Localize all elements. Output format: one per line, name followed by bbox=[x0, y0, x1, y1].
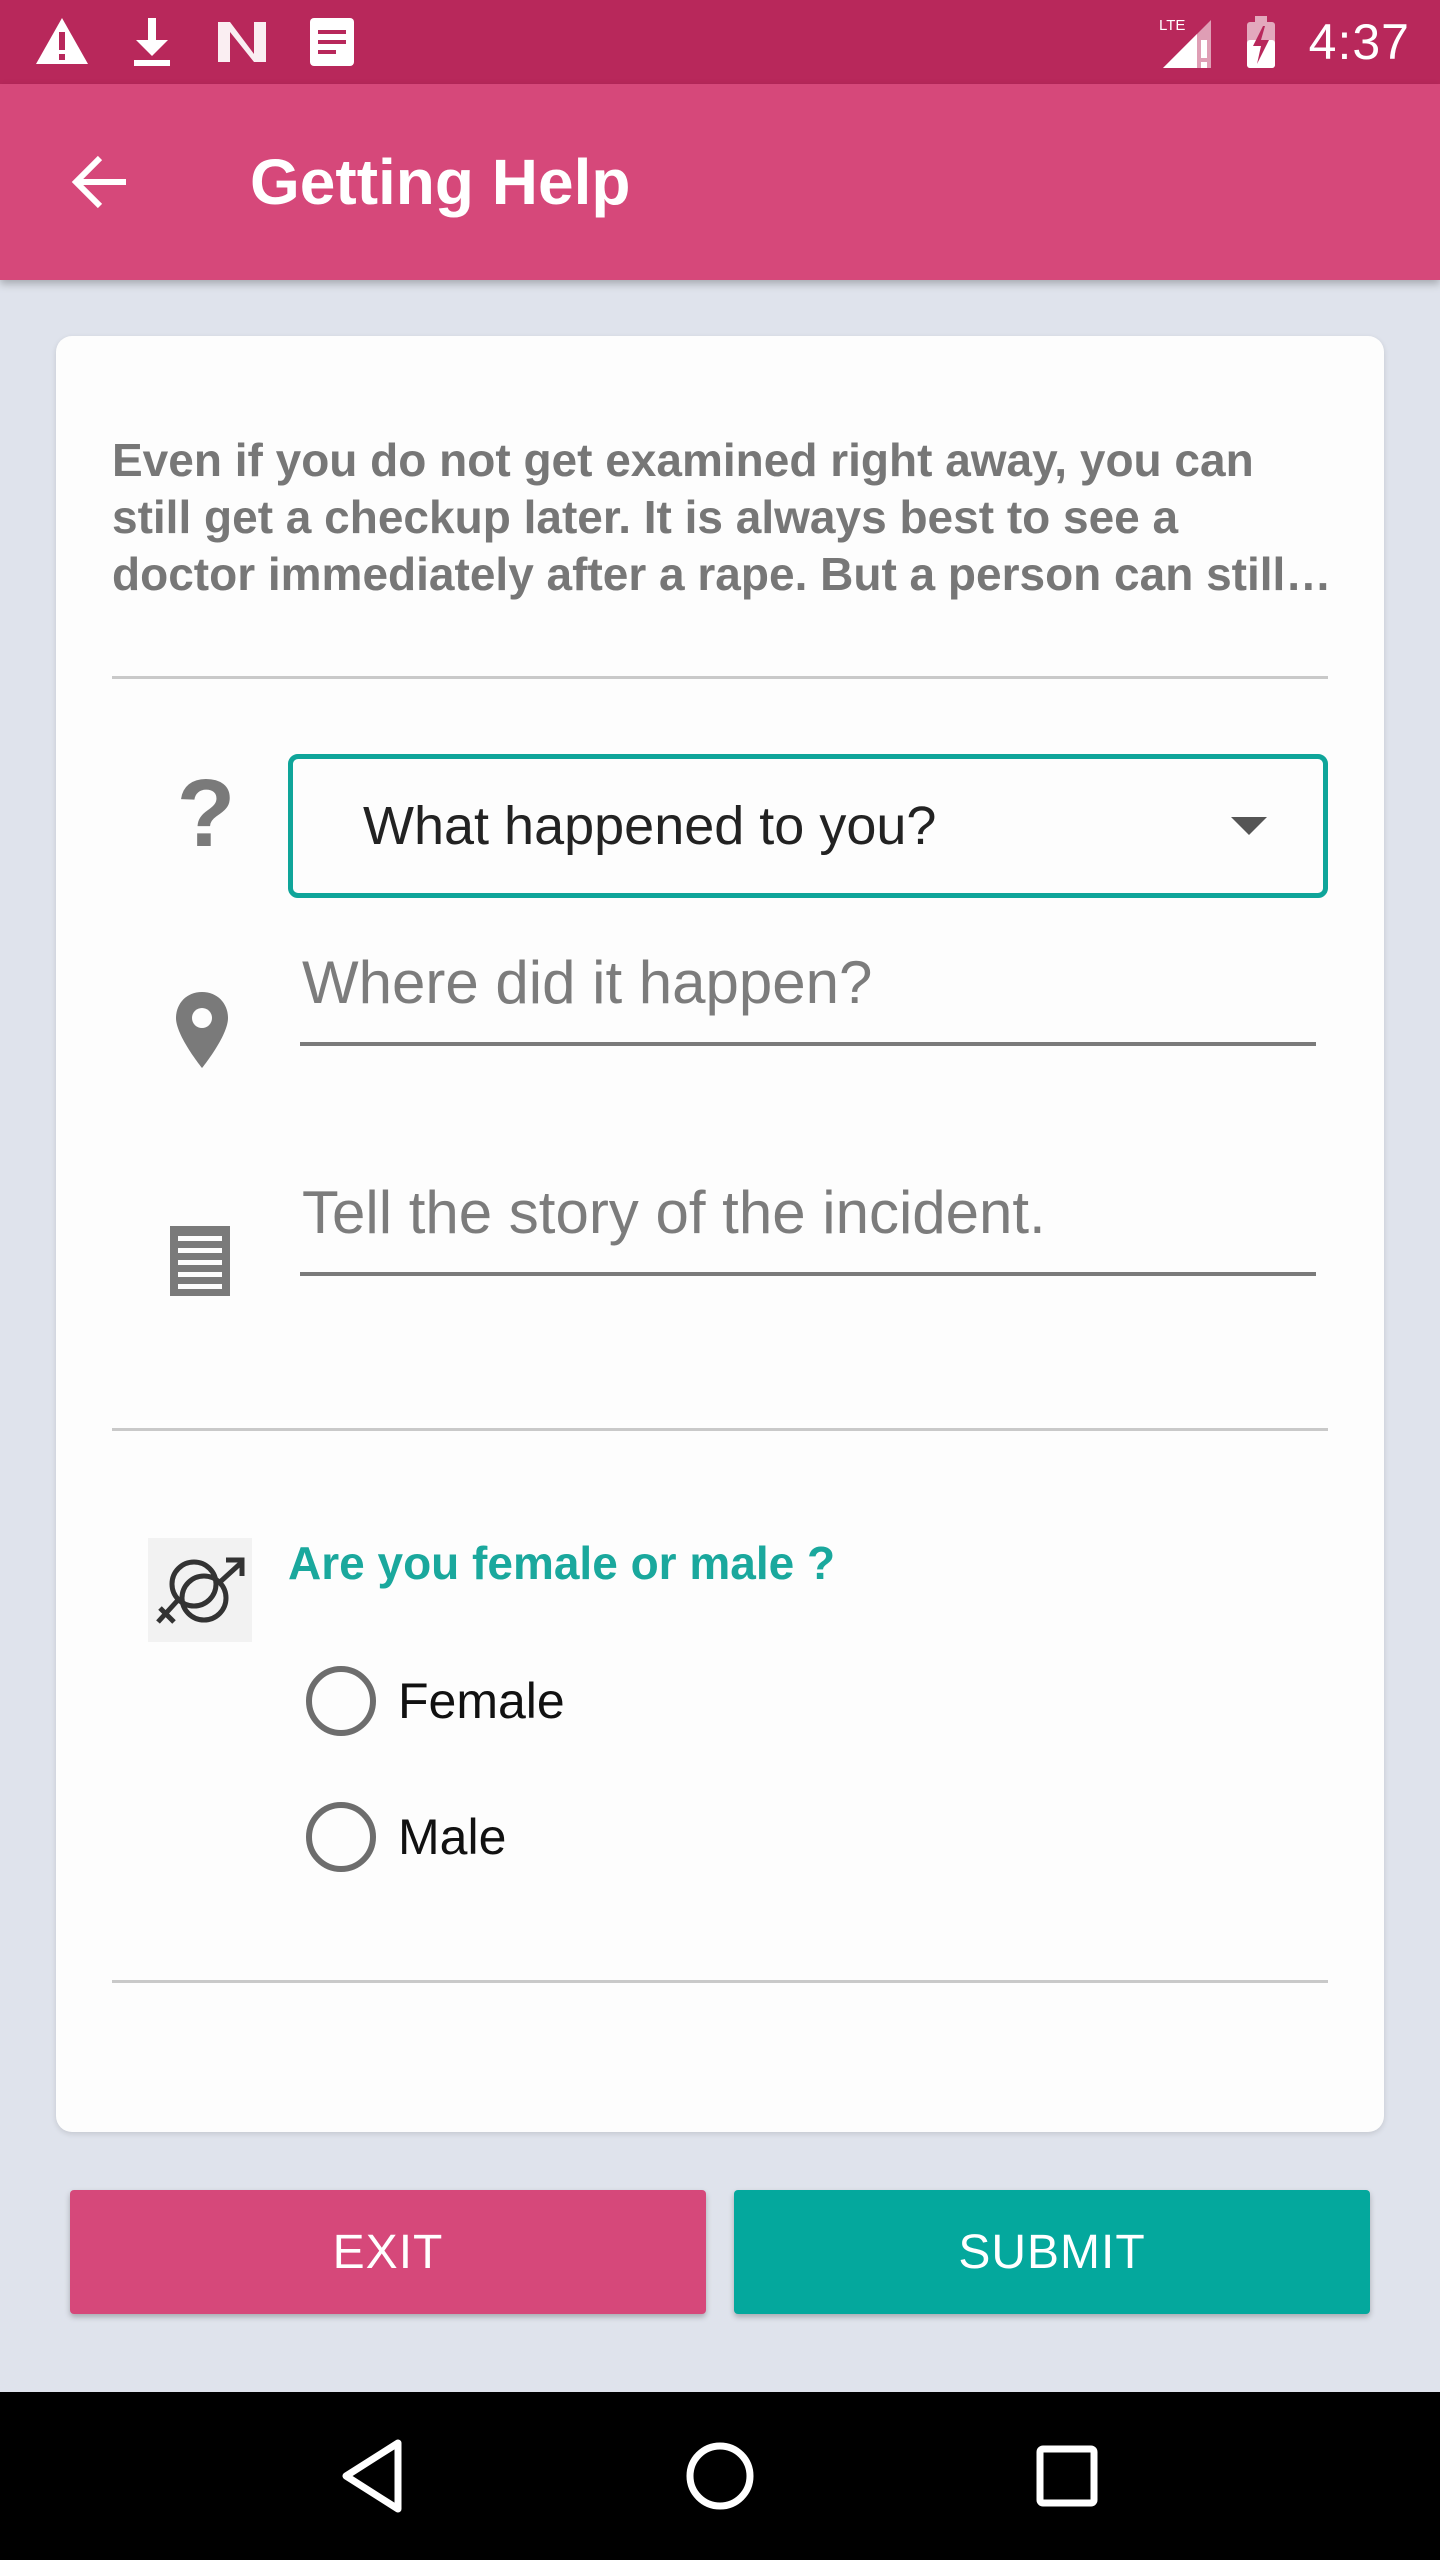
svg-text:LTE: LTE bbox=[1159, 17, 1185, 34]
intro-text: Even if you do not get examined right aw… bbox=[112, 434, 1286, 600]
radio-circle-female[interactable] bbox=[306, 1666, 376, 1736]
exit-button[interactable]: EXIT bbox=[70, 2190, 706, 2314]
story-input[interactable] bbox=[300, 1166, 1316, 1276]
radio-label-male: Male bbox=[398, 1809, 507, 1865]
radio-female[interactable]: Female bbox=[306, 1666, 565, 1736]
page-title: Getting Help bbox=[250, 146, 631, 218]
form-card: Even if you do not get examined right aw… bbox=[56, 336, 1384, 2132]
app-bar: Getting Help bbox=[0, 84, 1440, 280]
download-icon bbox=[124, 14, 180, 70]
lte-signal-icon: LTE bbox=[1157, 14, 1213, 70]
divider-top bbox=[112, 676, 1328, 679]
radio-circle-male[interactable] bbox=[306, 1802, 376, 1872]
radio-male[interactable]: Male bbox=[306, 1802, 506, 1872]
circle-home-icon bbox=[686, 2442, 754, 2510]
n-logo-icon bbox=[214, 14, 270, 70]
gender-icon bbox=[148, 1538, 252, 1642]
location-pin-icon bbox=[172, 990, 232, 1070]
where-input[interactable] bbox=[300, 936, 1316, 1046]
dropdown-caret-icon[interactable] bbox=[1231, 817, 1267, 835]
nav-back-button[interactable] bbox=[328, 2431, 418, 2521]
status-right-icons: LTE 4:37 bbox=[1157, 13, 1410, 71]
arrow-back-icon bbox=[71, 155, 126, 209]
question-icon: ? bbox=[166, 760, 246, 870]
battery-charging-icon bbox=[1233, 14, 1289, 70]
what-happened-dropdown[interactable]: What happened to you? bbox=[288, 754, 1328, 898]
square-recents-icon bbox=[1036, 2445, 1098, 2507]
gender-question: Are you female or male ? bbox=[288, 1537, 836, 1589]
nav-home-button[interactable] bbox=[675, 2431, 765, 2521]
triangle-back-icon bbox=[342, 2439, 402, 2513]
back-button[interactable] bbox=[50, 132, 150, 232]
notes-icon bbox=[168, 1224, 232, 1298]
divider-bottom bbox=[112, 1980, 1328, 1983]
document-icon bbox=[304, 14, 360, 70]
divider-middle bbox=[112, 1428, 1328, 1431]
warning-icon bbox=[34, 14, 90, 70]
status-left-icons bbox=[34, 14, 360, 70]
svg-text:?: ? bbox=[177, 760, 236, 867]
nav-recents-button[interactable] bbox=[1022, 2431, 1112, 2521]
submit-button[interactable]: SUBMIT bbox=[734, 2190, 1370, 2314]
status-time: 4:37 bbox=[1308, 14, 1410, 70]
system-nav-bar bbox=[0, 2392, 1440, 2560]
status-bar: LTE 4:37 bbox=[0, 0, 1440, 84]
radio-label-female: Female bbox=[398, 1673, 565, 1729]
what-happened-selected: What happened to you? bbox=[363, 796, 937, 856]
